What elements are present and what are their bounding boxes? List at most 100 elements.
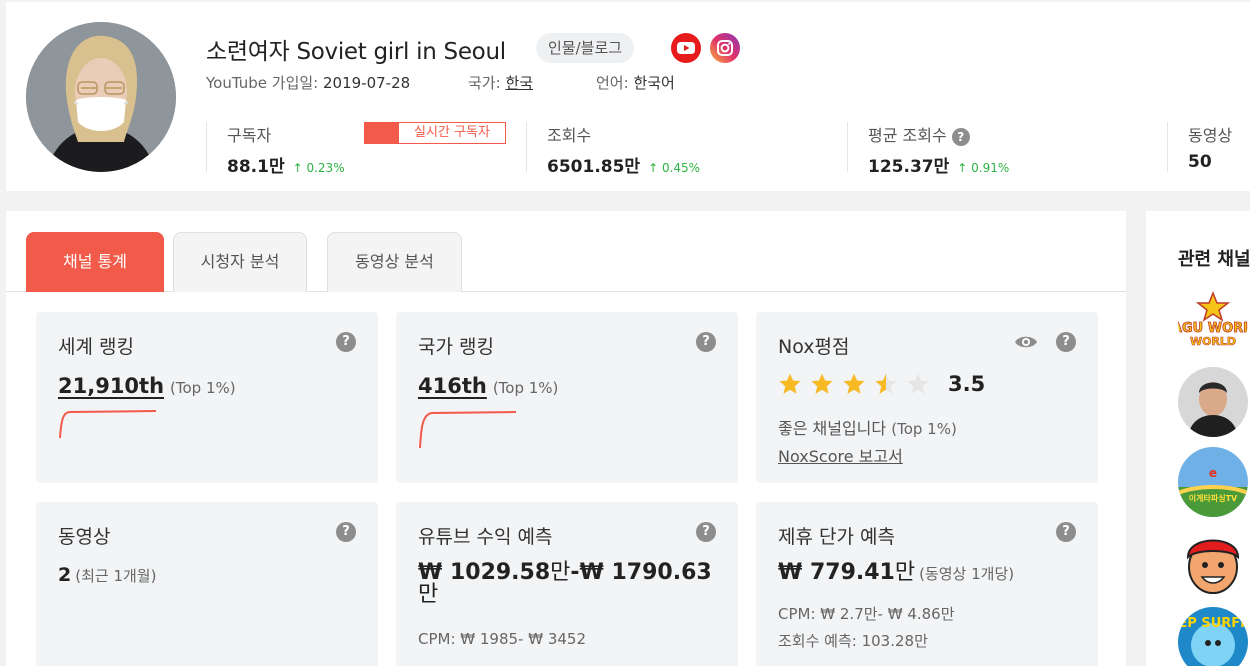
- revenue-unit: 만: [550, 560, 571, 585]
- instagram-icon[interactable]: [710, 33, 740, 63]
- videos-stat: 동영상 50: [1167, 122, 1232, 172]
- country-rank-value[interactable]: 416th: [418, 374, 487, 398]
- channel-avatar[interactable]: [26, 22, 176, 172]
- language-info: 언어: 한국어: [596, 72, 675, 93]
- help-icon[interactable]: ?: [951, 127, 970, 146]
- youtube-icon[interactable]: [671, 33, 701, 63]
- videos-label: 동영상: [1188, 126, 1233, 145]
- affiliate-cpm: CPM: ₩ 2.7만- ₩ 4.86만: [778, 605, 955, 623]
- country-info: 국가: 한국: [468, 72, 533, 93]
- channel-header: 소련여자 Soviet girl in Seoul 인물/블로그 YouTube…: [6, 2, 1250, 191]
- affiliate-views-estimate: 조회수 예측: 103.28만: [778, 632, 928, 650]
- revenue-high: 1790.63: [611, 560, 712, 585]
- country-rank-card: 국가 랭킹 ? 416th (Top 1%): [396, 312, 738, 483]
- help-icon[interactable]: ?: [336, 522, 356, 542]
- videos-card: 동영상 ? 2 (최근 1개월): [36, 502, 378, 666]
- channel-name: 소련여자 Soviet girl in Seoul: [206, 39, 506, 65]
- eye-icon[interactable]: [1014, 334, 1038, 350]
- nox-stars: 3.5: [778, 372, 985, 396]
- views-stat: 조회수 6501.85만 ↑ 0.45%: [526, 122, 700, 177]
- language-label: 언어:: [596, 74, 629, 92]
- revenue-range: ₩ 1029.58만-₩ 1790.63 만: [418, 562, 718, 606]
- avg-views-value: 125.37만 ↑ 0.91%: [868, 152, 1009, 177]
- related-channel-avatar[interactable]: YAGU WORLD WORLD: [1178, 287, 1248, 357]
- revenue-card: 유튜브 수익 예측 ? ₩ 1029.58만-₩ 1790.63 만 CPM: …: [396, 502, 738, 666]
- videos-count: 50: [1188, 152, 1212, 172]
- joined-label: YouTube 가입일:: [206, 74, 319, 92]
- subscribers-count: 88.1만: [227, 157, 285, 177]
- affiliate-amount: 779.41: [809, 560, 895, 585]
- videos-recent-count: 2: [58, 564, 72, 586]
- star-icon: [779, 373, 801, 394]
- currency-symbol: ₩: [579, 560, 604, 585]
- country-rank: 416th (Top 1%): [418, 374, 558, 398]
- revenue-title: 유튜브 수익 예측: [418, 526, 553, 548]
- views-value: 6501.85만 ↑ 0.45%: [547, 152, 700, 177]
- live-subscribers-button[interactable]: 실시간 구독자: [364, 122, 506, 144]
- affiliate-unit: 만: [894, 560, 916, 585]
- help-icon[interactable]: ?: [1056, 522, 1076, 542]
- tab-video-analysis[interactable]: 동영상 분석: [327, 232, 462, 292]
- country-rank-title: 국가 랭킹: [418, 336, 494, 358]
- affiliate-value: ₩ 779.41만 (동영상 1개당): [778, 562, 1078, 585]
- avg-views-change: ↑ 0.91%: [957, 161, 1010, 175]
- world-rank-value[interactable]: 21,910th: [58, 374, 164, 398]
- noxscore-report-link[interactable]: NoxScore 보고서: [778, 443, 903, 467]
- svg-text:e: e: [1209, 466, 1217, 480]
- revenue-low: 1029.58: [449, 560, 551, 585]
- related-channel-avatar[interactable]: [1178, 367, 1248, 437]
- nox-score-card: Nox평점 ? 3.5 좋은 채널입니다 (Top 1%) NoxScore 보…: [756, 312, 1098, 483]
- subscribers-value: 88.1만 ↑ 0.23%: [227, 152, 345, 177]
- avg-views-change-value: 0.91%: [971, 161, 1010, 175]
- revenue-unit: 만: [418, 582, 439, 607]
- related-channel-label: 이게타파싱TV: [1189, 493, 1238, 503]
- language-value: 한국어: [633, 74, 675, 92]
- nox-desc-text: 좋은 채널입니다: [778, 419, 887, 438]
- world-rank-title: 세계 랭킹: [58, 336, 134, 358]
- tab-audience-analysis[interactable]: 시청자 분석: [173, 232, 307, 292]
- related-channel-avatar[interactable]: [1178, 527, 1248, 597]
- subscribers-label: 구독자: [227, 126, 272, 145]
- live-subscribers-label: 실시간 구독자: [414, 125, 490, 140]
- views-change: ↑ 0.45%: [648, 161, 701, 175]
- affiliate-card: 제휴 단가 예측 ? ₩ 779.41만 (동영상 1개당) CPM: ₩ 2.7…: [756, 502, 1098, 666]
- world-rank-card: 세계 랭킹 ? 21,910th (Top 1%): [36, 312, 378, 483]
- related-channel-avatar[interactable]: e 이게타파싱TV: [1178, 447, 1248, 517]
- nox-description: 좋은 채널입니다 (Top 1%): [778, 415, 957, 439]
- related-channel-label: YAGU WORLD: [1178, 321, 1248, 336]
- joined-date: 2019-07-28: [323, 74, 411, 92]
- views-count: 6501.85만: [547, 157, 641, 177]
- affiliate-per-video: (동영상 1개당): [919, 565, 1015, 583]
- nox-score-value: 3.5: [948, 372, 986, 396]
- videos-card-value: 2 (최근 1개월): [58, 564, 156, 586]
- category-badge[interactable]: 인물/블로그: [536, 33, 635, 63]
- help-icon[interactable]: ?: [1056, 332, 1076, 352]
- star-empty-icon: [907, 373, 929, 394]
- tab-channel-stats[interactable]: 채널 통계: [26, 232, 164, 292]
- help-icon[interactable]: ?: [696, 522, 716, 542]
- subscribers-change: ↑ 0.23%: [292, 161, 345, 175]
- range-separator: -: [570, 560, 580, 585]
- help-icon[interactable]: ?: [696, 332, 716, 352]
- subscribers-stat: 구독자 88.1만 ↑ 0.23%: [206, 122, 345, 177]
- views-label: 조회수: [547, 126, 592, 145]
- svg-text:WORLD: WORLD: [1190, 335, 1236, 348]
- revenue-cpm: CPM: ₩ 1985- ₩ 3452: [418, 630, 587, 648]
- country-rank-top: (Top 1%): [492, 379, 559, 397]
- related-channel-avatar[interactable]: KEEP SURFING: [1178, 607, 1248, 666]
- avg-views-stat: 평균 조회수 ? 125.37만 ↑ 0.91%: [847, 122, 1009, 177]
- help-icon[interactable]: ?: [336, 332, 356, 352]
- related-channels-sidebar: 관련 채널 YAGU WORLD WORLD e 이게타파싱TV: [1146, 211, 1250, 666]
- star-half-icon: [875, 373, 897, 394]
- related-channel-label: KEEP SURFING: [1178, 616, 1248, 631]
- main-panel: 채널 통계 시청자 분석 동영상 분석 세계 랭킹 ? 21,910th (Top…: [6, 211, 1126, 666]
- world-rank-sparkline: [59, 410, 157, 439]
- videos-card-title: 동영상: [58, 526, 111, 548]
- joined-info: YouTube 가입일: 2019-07-28: [206, 72, 410, 93]
- avg-views-count: 125.37만: [868, 157, 950, 177]
- nox-top: (Top 1%): [891, 420, 957, 438]
- views-change-value: 0.45%: [661, 161, 701, 175]
- related-channels-title: 관련 채널: [1178, 249, 1250, 270]
- country-link[interactable]: 한국: [505, 74, 533, 92]
- videos-recent-period: (최근 1개월): [75, 567, 157, 585]
